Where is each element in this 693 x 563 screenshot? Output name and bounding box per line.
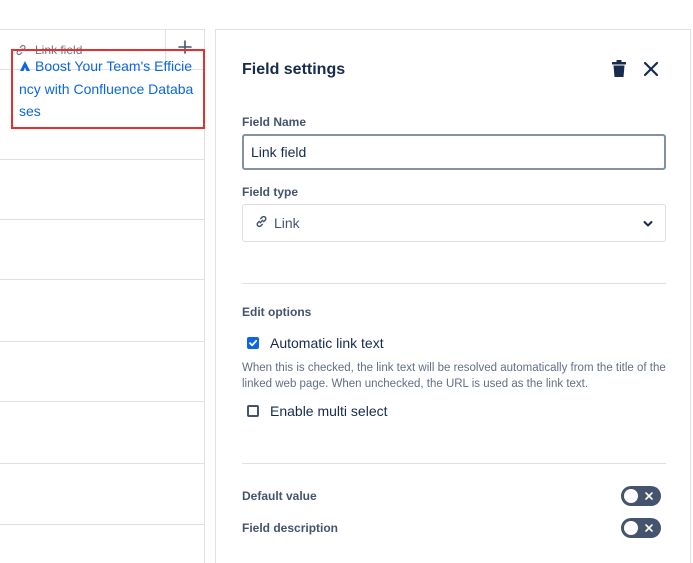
- divider: [242, 283, 666, 284]
- divider: [242, 463, 666, 464]
- field-type-select[interactable]: Link: [242, 204, 666, 242]
- panel-title: Field settings: [242, 61, 346, 78]
- link-cell-text: Boost Your Team's Efficiency with Conflu…: [19, 58, 194, 119]
- close-button[interactable]: [640, 60, 662, 82]
- table-row: [0, 342, 204, 402]
- field-settings-panel: Field settings Field Name Field type: [215, 29, 691, 563]
- table-row: [0, 220, 204, 280]
- edit-options-label: Edit options: [242, 305, 312, 319]
- delete-button[interactable]: [608, 59, 630, 83]
- default-value-label: Default value: [242, 489, 317, 503]
- table-row: [0, 280, 204, 342]
- app-root: Link field Boost Your Team's Efficiency …: [0, 0, 693, 563]
- close-icon: [642, 521, 656, 535]
- table-row: [0, 160, 204, 220]
- chevron-down-icon: [643, 215, 653, 231]
- automatic-link-text-helper: When this is checked, the link text will…: [242, 362, 666, 390]
- toggle-knob: [624, 489, 638, 503]
- field-description-label: Field description: [242, 521, 339, 535]
- checkbox-checked-icon: [247, 337, 259, 349]
- close-icon: [643, 61, 659, 82]
- field-name-input[interactable]: [242, 134, 666, 170]
- checkbox-unchecked-icon: [247, 405, 259, 417]
- table-row: [0, 402, 204, 464]
- link-cell[interactable]: Boost Your Team's Efficiency with Conflu…: [11, 49, 205, 129]
- enable-multi-select-checkbox[interactable]: Enable multi select: [247, 403, 388, 419]
- automatic-link-text-label: Automatic link text: [270, 335, 384, 351]
- confluence-icon: [19, 56, 31, 78]
- table-row: [0, 464, 204, 525]
- automatic-link-text-checkbox[interactable]: Automatic link text: [247, 335, 384, 351]
- link-icon: [255, 215, 268, 231]
- default-value-toggle[interactable]: [621, 486, 661, 506]
- trash-icon: [611, 59, 627, 83]
- field-type-value: Link: [274, 215, 300, 231]
- field-description-toggle[interactable]: [621, 518, 661, 538]
- enable-multi-select-label: Enable multi select: [270, 403, 388, 419]
- field-name-label: Field Name: [242, 115, 307, 129]
- field-type-label: Field type: [242, 185, 299, 199]
- close-icon: [642, 489, 656, 503]
- toggle-knob: [624, 521, 638, 535]
